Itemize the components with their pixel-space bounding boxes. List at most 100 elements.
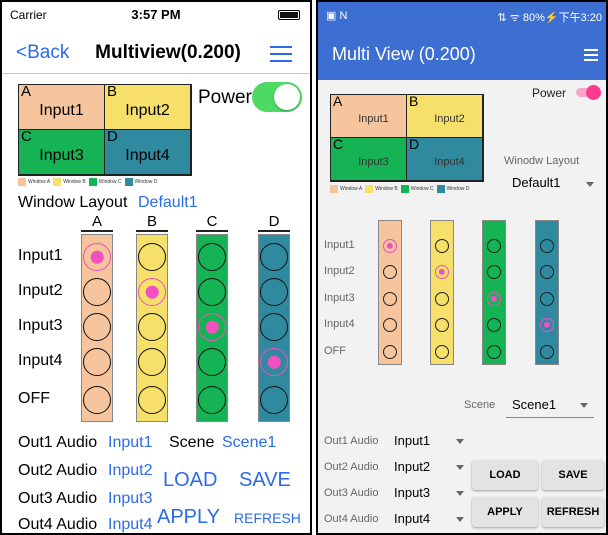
window-cell[interactable]: D Input4 — [104, 128, 191, 175]
menu-icon[interactable] — [584, 49, 598, 61]
routing-radio-b-input1[interactable] — [435, 239, 449, 253]
window-layout-preview[interactable]: A Input1 B Input2 C Input3 D Input4 — [18, 83, 192, 176]
power-label: Power — [532, 86, 567, 100]
routing-radio-a-input3[interactable] — [83, 313, 111, 341]
refresh-button[interactable]: REFRESH — [234, 510, 301, 526]
out2-audio-select[interactable]: Input2 — [108, 462, 152, 480]
out2-audio-select[interactable]: Input2 — [394, 459, 430, 474]
routing-radio-b-input2[interactable] — [435, 265, 449, 279]
routing-radio-a-input1[interactable] — [383, 239, 397, 253]
routing-radio-d-off[interactable] — [260, 386, 288, 414]
legend-label: Window D — [446, 186, 470, 192]
routing-radio-d-input2[interactable] — [540, 265, 554, 279]
routing-radio-c-off[interactable] — [487, 345, 501, 359]
legend-label: Window A — [340, 186, 363, 192]
routing-radio-c-input4[interactable] — [487, 318, 501, 332]
out4-audio-select[interactable]: Input4 — [108, 516, 152, 533]
routing-radio-b-input4[interactable] — [138, 348, 166, 376]
routing-radio-b-input4[interactable] — [435, 318, 449, 332]
save-button[interactable]: SAVE — [239, 469, 291, 492]
out3-audio-select[interactable]: Input3 — [394, 485, 430, 500]
out3-audio-label: Out3 Audio — [324, 487, 379, 499]
window-cell[interactable]: C Input3 — [18, 128, 105, 175]
routing-radio-c-input4[interactable] — [198, 348, 226, 376]
out1-audio-select[interactable]: Input1 — [394, 433, 430, 448]
routing-radio-b-input1[interactable] — [138, 243, 166, 271]
legend-item: Window D — [124, 178, 157, 186]
row-label: Input3 — [324, 292, 355, 305]
routing-radio-c-input3[interactable] — [487, 292, 501, 306]
routing-radio-b-input3[interactable] — [138, 313, 166, 341]
routing-radio-a-input2[interactable] — [83, 278, 111, 306]
routing-radio-c-input1[interactable] — [487, 239, 501, 253]
chevron-down-icon — [456, 439, 464, 444]
routing-radio-a-off[interactable] — [383, 345, 397, 359]
window-cell[interactable]: B Input2 — [104, 83, 191, 130]
routing-radio-b-off[interactable] — [435, 345, 449, 359]
routing-radio-a-input1[interactable] — [83, 243, 111, 271]
routing-radio-c-input1[interactable] — [198, 243, 226, 271]
window-cell[interactable]: C Input3 — [330, 136, 407, 181]
window-layout-select[interactable]: Default1 — [138, 194, 198, 212]
window-input-name: Input1 — [39, 101, 84, 119]
routing-radio-d-input4[interactable] — [260, 348, 288, 376]
routing-radio-a-off[interactable] — [83, 386, 111, 414]
window-input-name: Input4 — [125, 146, 170, 164]
power-toggle[interactable] — [576, 85, 601, 100]
routing-radio-d-input4[interactable] — [540, 318, 554, 332]
routing-radio-b-input2[interactable] — [138, 278, 166, 306]
row-label: OFF — [324, 345, 346, 358]
apply-button[interactable]: APPLY — [472, 497, 538, 527]
apply-button[interactable]: APPLY — [157, 506, 220, 529]
window-layout-select[interactable]: Default1 — [512, 175, 560, 190]
window-cell[interactable]: A Input1 — [18, 83, 105, 130]
routing-radio-d-input1[interactable] — [260, 243, 288, 271]
ios-status-bar: Carrier 3:57 PM — [2, 2, 310, 32]
routing-radio-c-input2[interactable] — [487, 265, 501, 279]
window-cell[interactable]: A Input1 — [330, 93, 407, 138]
load-button[interactable]: LOAD — [163, 469, 217, 492]
page-title: Multi View (0.200) — [332, 44, 476, 64]
refresh-button[interactable]: REFRESH — [542, 497, 604, 527]
routing-radio-a-input4[interactable] — [383, 318, 397, 332]
routing-radio-d-input1[interactable] — [540, 239, 554, 253]
save-button[interactable]: SAVE — [542, 460, 604, 490]
routing-radio-a-input4[interactable] — [83, 348, 111, 376]
window-layout-label: Winodw Layout — [504, 155, 580, 167]
window-cell[interactable]: D Input4 — [406, 136, 483, 181]
out1-audio-select[interactable]: Input1 — [108, 434, 152, 452]
routing-radio-a-input3[interactable] — [383, 292, 397, 306]
out4-audio-select[interactable]: Input4 — [394, 511, 430, 526]
load-button[interactable]: LOAD — [472, 460, 538, 490]
android-multiview-screen: ▣ N ⇅ ᯤ 80%⚡下午3:20 Multi View (0.200) A I… — [316, 0, 608, 535]
legend-item: Window B — [365, 185, 398, 193]
scene-label: Scene — [169, 434, 215, 451]
routing-radio-c-input2[interactable] — [198, 278, 226, 306]
out3-audio-label: Out3 Audio — [18, 490, 98, 507]
window-letter: A — [333, 93, 343, 109]
routing-radio-d-input2[interactable] — [260, 278, 288, 306]
row-label: OFF — [18, 390, 50, 408]
scene-select[interactable]: Scene1 — [512, 397, 556, 412]
routing-radio-b-off[interactable] — [138, 386, 166, 414]
scene-select[interactable]: Scene1 — [222, 434, 276, 452]
routing-radio-b-input3[interactable] — [435, 292, 449, 306]
battery-icon — [278, 10, 300, 20]
routing-radio-d-input3[interactable] — [260, 313, 288, 341]
legend-swatch — [124, 178, 133, 186]
routing-radio-d-off[interactable] — [540, 345, 554, 359]
routing-radio-c-off[interactable] — [198, 386, 226, 414]
window-layout-preview[interactable]: A Input1 B Input2 C Input3 D Input4 — [330, 93, 484, 182]
routing-radio-d-input3[interactable] — [540, 292, 554, 306]
out1-audio-label: Out1 Audio — [324, 435, 379, 447]
window-input-name: Input4 — [434, 156, 465, 168]
out3-audio-select[interactable]: Input3 — [108, 490, 152, 508]
window-input-name: Input2 — [434, 113, 465, 125]
routing-radio-c-input3[interactable] — [198, 313, 226, 341]
android-status-bar: ▣ N ⇅ ᯤ 80%⚡下午3:20 — [318, 2, 606, 30]
power-toggle[interactable] — [252, 82, 302, 112]
menu-icon[interactable] — [270, 46, 292, 62]
row-label: Input4 — [324, 318, 355, 331]
window-cell[interactable]: B Input2 — [406, 93, 483, 138]
routing-radio-a-input2[interactable] — [383, 265, 397, 279]
